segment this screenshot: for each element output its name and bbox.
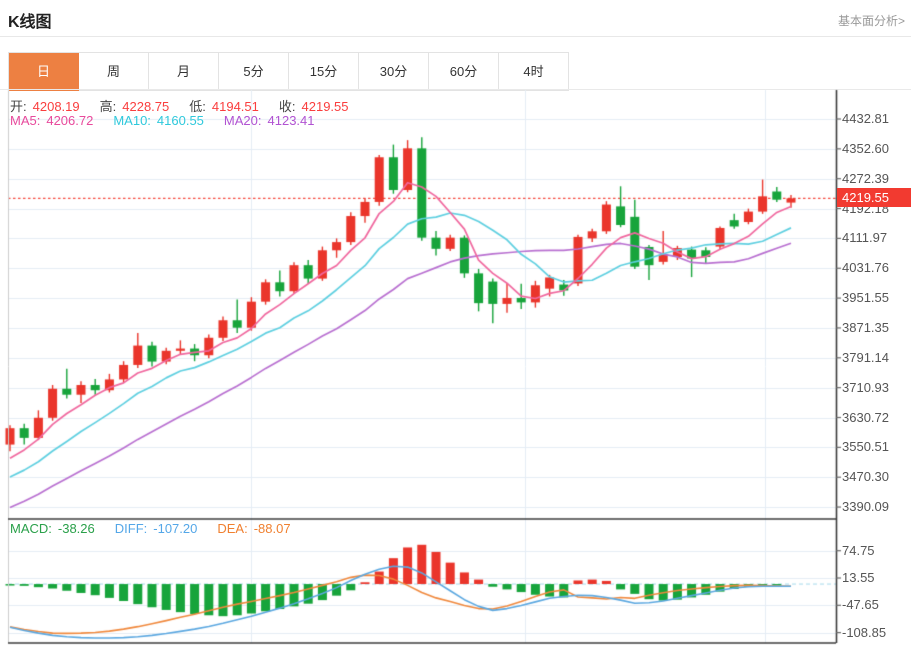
price-tick-label: 4272.39	[842, 171, 908, 186]
macd-tick-label: 74.75	[842, 543, 908, 558]
dea-value: DEA:-88.07	[217, 521, 296, 536]
ohlc-low: 低:4194.51	[189, 99, 265, 114]
price-tick-label: 3390.09	[842, 499, 908, 514]
current-price-tag: 4219.55	[837, 188, 911, 207]
ohlc-close: 收:4219.55	[279, 99, 355, 114]
price-tick-label: 3550.51	[842, 439, 908, 454]
diff-value: DIFF:-107.20	[115, 521, 204, 536]
kline-panel: K线图 基本面分析> 日周月5分15分30分60分4时 开:4208.19高:4…	[0, 0, 911, 650]
macd-value: MACD:-38.26	[10, 521, 101, 536]
price-tick-label: 3710.93	[842, 380, 908, 395]
price-tick-label: 4111.97	[842, 230, 908, 245]
ohlc-high: 高:4228.75	[100, 99, 176, 114]
ma10-value: MA10:4160.55	[113, 113, 210, 128]
price-tick-label: 3871.35	[842, 320, 908, 335]
price-tick-label: 3470.30	[842, 469, 908, 484]
price-tick-label: 4352.60	[842, 141, 908, 156]
price-tick-label: 4031.76	[842, 260, 908, 275]
macd-tick-label: 13.55	[842, 570, 908, 585]
price-tick-label: 3630.72	[842, 410, 908, 425]
ma-legend-row: MA5:4206.72 MA10:4160.55 MA20:4123.41	[10, 113, 335, 128]
ohlc-open: 开:4208.19	[10, 99, 86, 114]
macd-legend-row: MACD:-38.26 DIFF:-107.20 DEA:-88.07	[10, 521, 311, 536]
macd-tick-label: -47.65	[842, 597, 908, 612]
price-tick-label: 4432.81	[842, 111, 908, 126]
macd-tick-label: -108.85	[842, 625, 908, 640]
price-tick-label: 3791.14	[842, 350, 908, 365]
ma20-value: MA20:4123.41	[224, 113, 321, 128]
ma5-value: MA5:4206.72	[10, 113, 99, 128]
price-tick-label: 3951.55	[842, 290, 908, 305]
